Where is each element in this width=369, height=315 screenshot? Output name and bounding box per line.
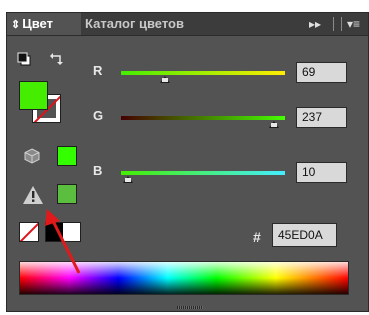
in-gamut-swatch[interactable] bbox=[57, 184, 77, 204]
panel-menu-icon[interactable]: ▾≡ bbox=[347, 13, 360, 35]
slider-thumb-r[interactable] bbox=[160, 76, 171, 83]
tab-color-label: Цвет bbox=[22, 16, 53, 31]
default-fill-stroke-icon[interactable] bbox=[17, 52, 31, 66]
divider bbox=[341, 17, 342, 31]
channel-label-g: G bbox=[93, 108, 104, 123]
none-slash bbox=[20, 223, 38, 241]
channel-slider-r[interactable] bbox=[121, 71, 285, 75]
tab-color-guide-label: Каталог цветов bbox=[85, 16, 184, 31]
web-safe-swatch[interactable] bbox=[57, 146, 77, 166]
channel-value-r[interactable]: 69 bbox=[296, 62, 347, 83]
slider-thumb-g[interactable] bbox=[268, 121, 279, 128]
slider-thumb-b[interactable] bbox=[122, 176, 133, 183]
channel-label-r: R bbox=[93, 63, 103, 78]
tab-color[interactable]: ⇕ Цвет bbox=[7, 13, 81, 35]
none-swatch[interactable] bbox=[19, 222, 39, 242]
channel-slider-b[interactable] bbox=[121, 171, 285, 175]
channel-value-g[interactable]: 237 bbox=[296, 107, 347, 128]
fill-swatch[interactable] bbox=[19, 81, 48, 110]
divider bbox=[333, 17, 334, 31]
collapse-icon[interactable]: ⇕ bbox=[11, 14, 20, 36]
swap-fill-stroke-icon[interactable] bbox=[49, 51, 65, 67]
color-spectrum[interactable] bbox=[19, 261, 349, 295]
cube-icon bbox=[24, 148, 40, 164]
hex-input[interactable]: 45ED0A bbox=[272, 223, 337, 247]
hex-symbol: # bbox=[253, 229, 261, 245]
warning-icon[interactable] bbox=[22, 185, 44, 205]
channel-value-b[interactable]: 10 bbox=[296, 162, 347, 183]
channel-label-b: B bbox=[93, 163, 103, 178]
resize-grip[interactable] bbox=[177, 306, 203, 309]
expand-panel-icon[interactable]: ▸▸ bbox=[309, 13, 321, 35]
color-panel: ⇕ Цвет Каталог цветов ▸▸ ▾≡ R 69 G 237 B 10 bbox=[6, 12, 369, 312]
tab-color-guide[interactable]: Каталог цветов bbox=[85, 13, 184, 35]
channel-slider-g[interactable] bbox=[121, 116, 285, 120]
black-white-swatch[interactable] bbox=[45, 222, 81, 242]
panel-tab-bar: ⇕ Цвет Каталог цветов ▸▸ ▾≡ bbox=[7, 13, 368, 36]
